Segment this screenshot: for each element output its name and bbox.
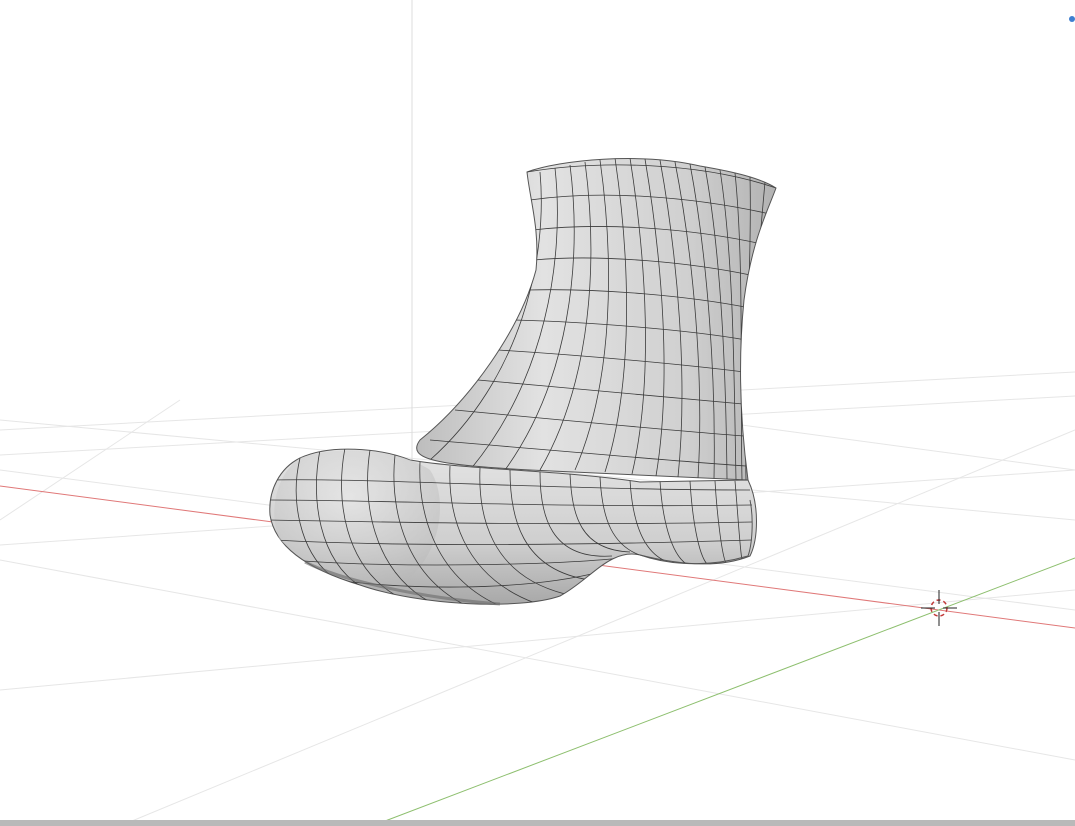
viewport-indicator-icon bbox=[1069, 16, 1075, 22]
3d-cursor-icon[interactable] bbox=[921, 590, 957, 626]
viewport-canvas[interactable] bbox=[0, 0, 1075, 826]
3d-viewport[interactable] bbox=[0, 0, 1075, 826]
bottom-bar bbox=[0, 820, 1075, 826]
boot-mesh[interactable] bbox=[269, 158, 777, 606]
